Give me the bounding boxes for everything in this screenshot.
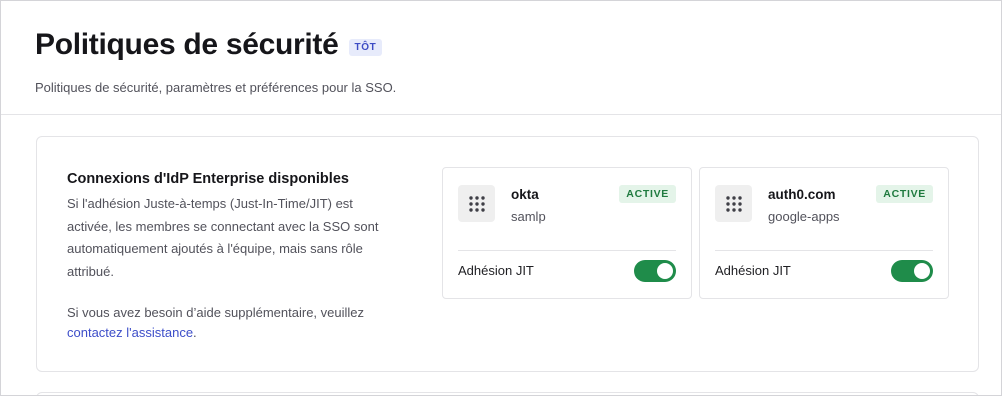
jit-toggle[interactable]	[891, 260, 933, 282]
next-section-card	[36, 392, 979, 395]
contact-support-link[interactable]: contactez l'assistance	[67, 325, 193, 340]
help-text-suffix: .	[193, 325, 197, 340]
status-badge: ACTIVE	[876, 185, 933, 203]
page-header: Politiques de sécurité TÔT	[35, 25, 383, 65]
connection-card-auth0: auth0.com google-apps ACTIVE Adhésion JI…	[699, 167, 949, 299]
app-window: Politiques de sécurité TÔT Politiques de…	[0, 0, 1002, 396]
status-badge: ACTIVE	[619, 185, 676, 203]
enterprise-title: Connexions d'IdP Enterprise disponibles	[67, 171, 349, 187]
toggle-knob	[914, 263, 930, 279]
grid-dots-icon	[458, 185, 495, 222]
jit-label: Adhésion JIT	[458, 263, 534, 278]
title-row: Politiques de sécurité TÔT	[35, 25, 383, 65]
connection-name: auth0.com	[768, 187, 836, 202]
header-divider	[1, 114, 1001, 115]
jit-toggle[interactable]	[634, 260, 676, 282]
connection-divider	[458, 250, 676, 251]
help-text-prefix: Si vous avez besoin d’aide supplémentair…	[67, 305, 365, 320]
help-text: Si vous avez besoin d’aide supplémentair…	[67, 303, 397, 343]
connection-name: okta	[511, 187, 539, 202]
early-badge: TÔT	[348, 38, 383, 56]
connection-card-okta: okta samlp ACTIVE Adhésion JIT	[442, 167, 692, 299]
connection-divider	[715, 250, 933, 251]
toggle-knob	[657, 263, 673, 279]
grid-dots-icon	[715, 185, 752, 222]
page-subtitle: Politiques de sécurité, paramètres et pr…	[35, 80, 397, 95]
enterprise-description: Si l'adhésion Juste-à-temps (Just-In-Tim…	[67, 196, 379, 279]
page-title: Politiques de sécurité	[35, 28, 339, 61]
enterprise-info: Connexions d'IdP Enterprise disponibles …	[67, 171, 397, 343]
connection-type: samlp	[511, 209, 546, 224]
connection-type: google-apps	[768, 209, 840, 224]
enterprise-connections-card: Connexions d'IdP Enterprise disponibles …	[36, 136, 979, 372]
jit-label: Adhésion JIT	[715, 263, 791, 278]
